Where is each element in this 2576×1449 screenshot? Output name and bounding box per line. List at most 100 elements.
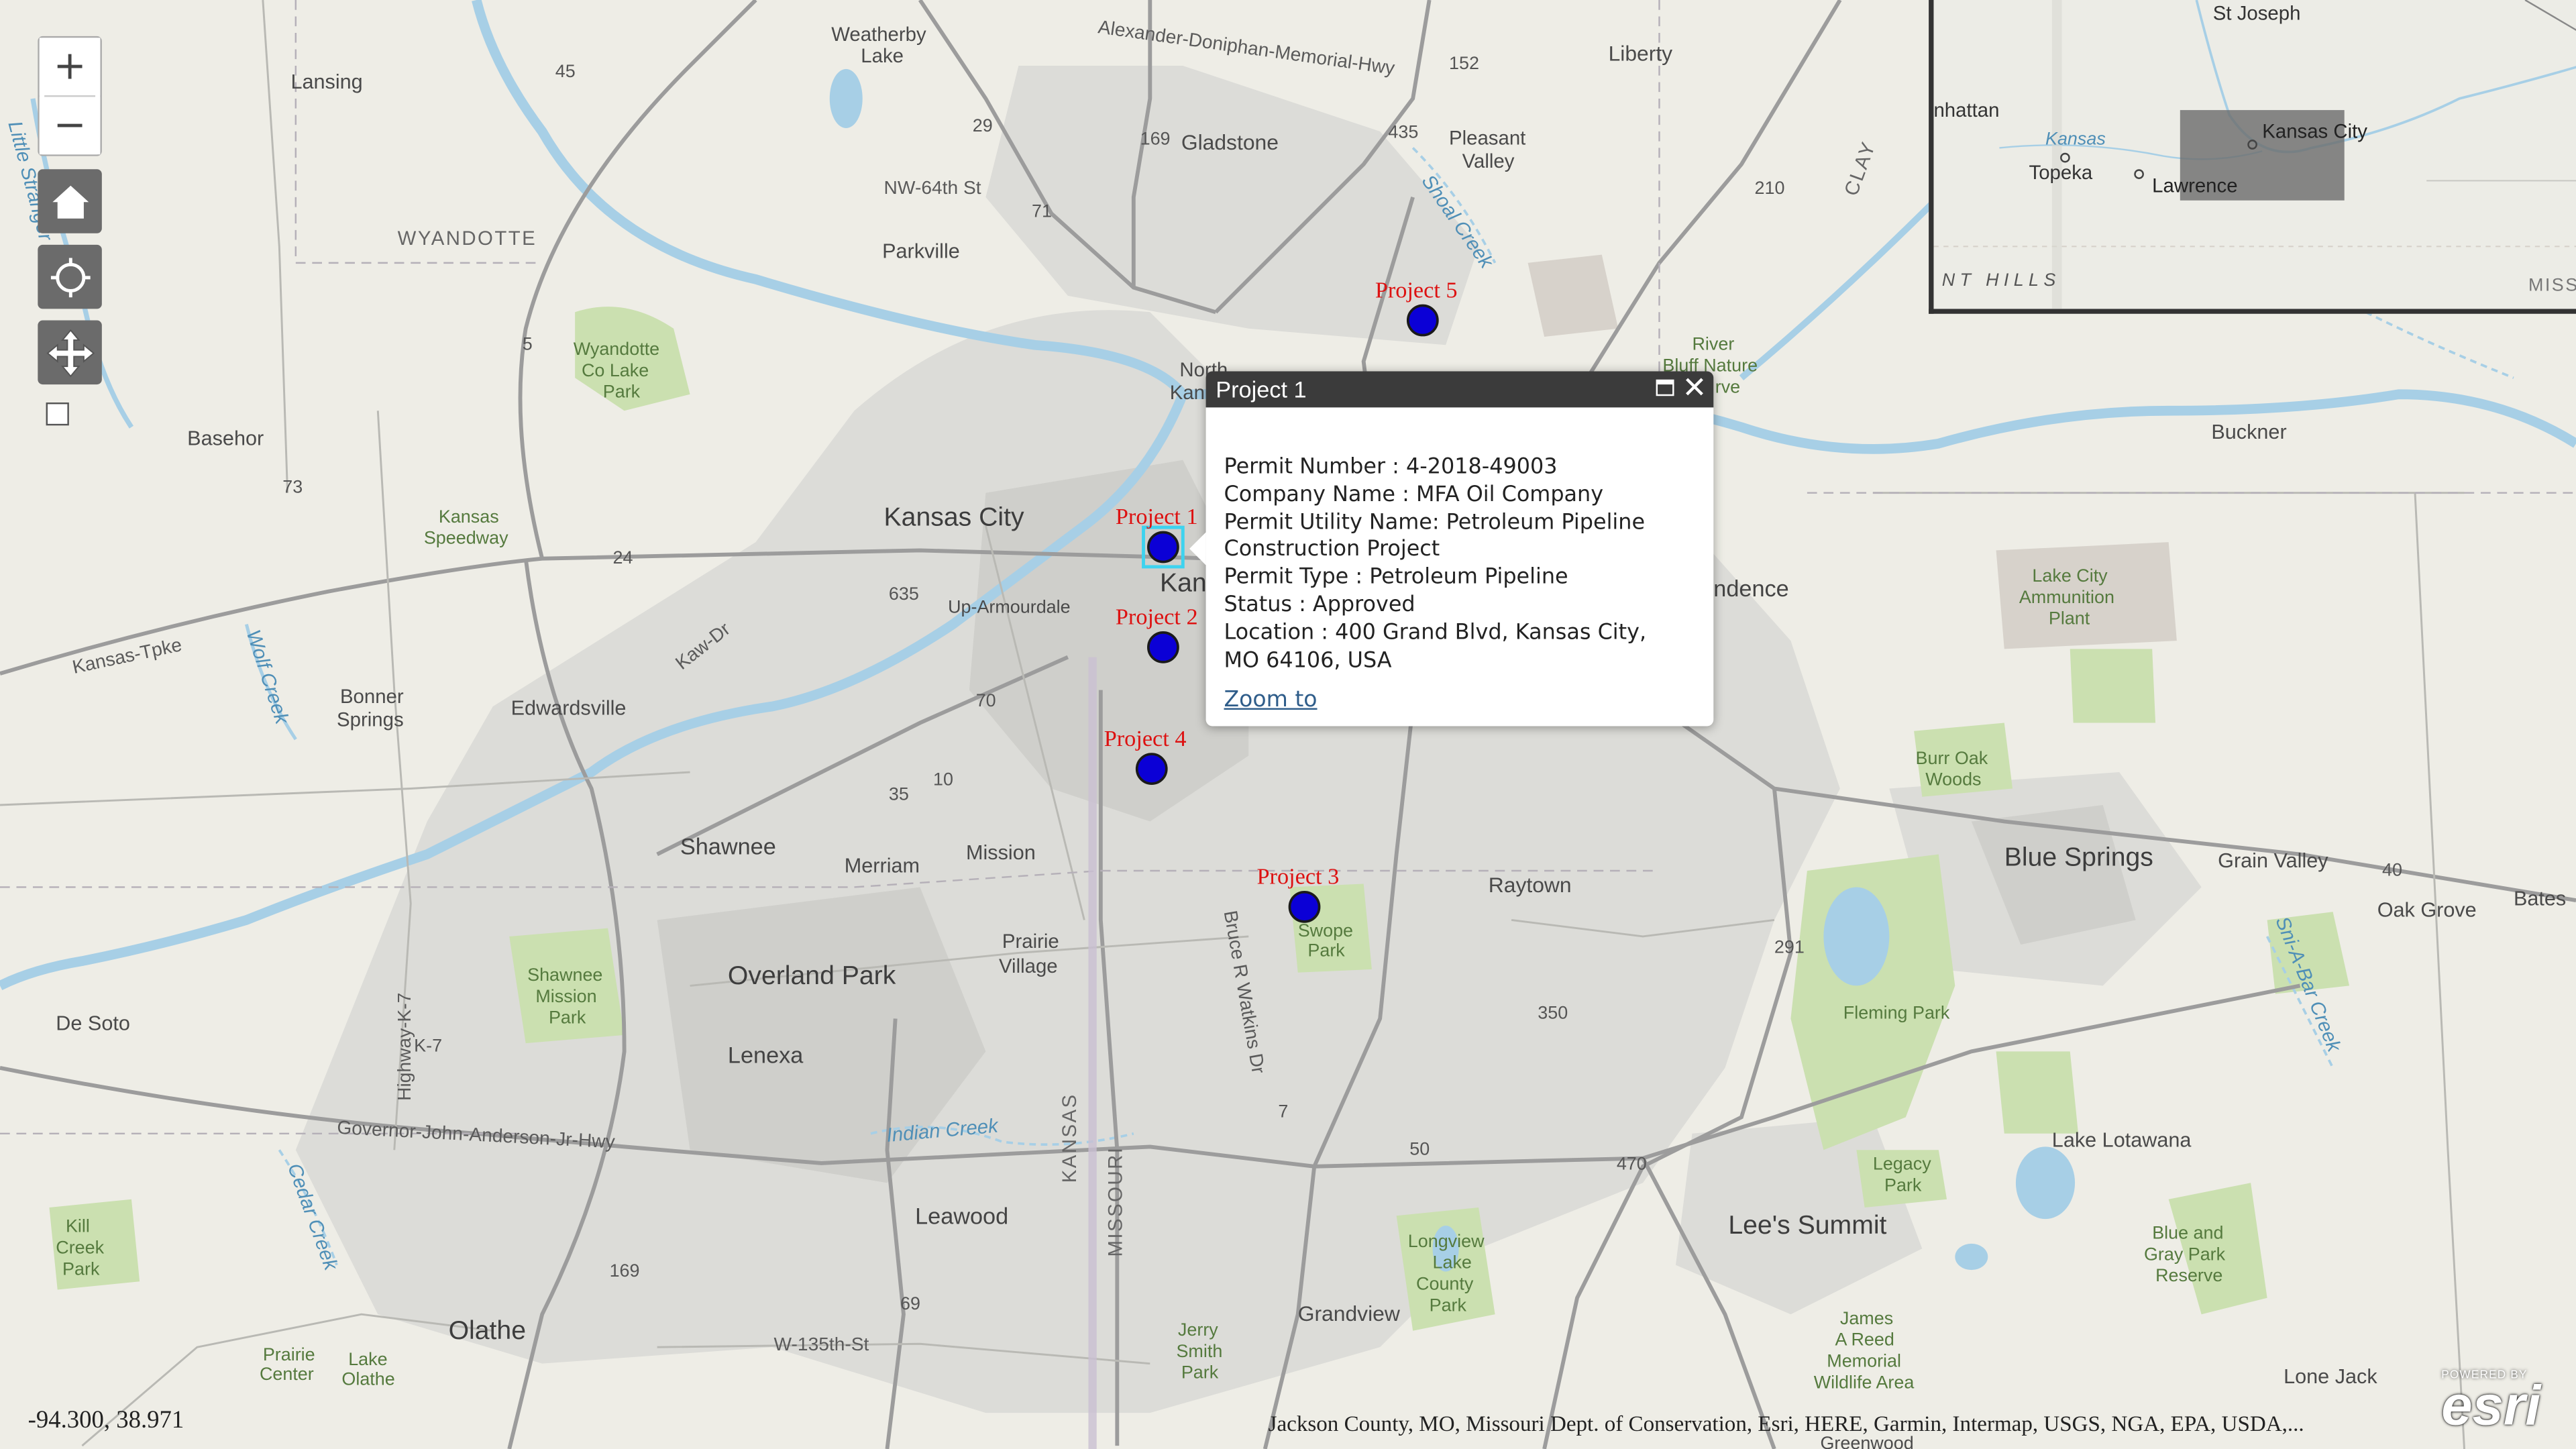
road-shield-label: 7 [1278, 1101, 1288, 1121]
overview-map[interactable]: St Joseph nhattan Kansas Kansas City Top… [1929, 0, 2576, 314]
place-label: Olathe [449, 1316, 526, 1345]
maximize-icon[interactable] [1656, 379, 1674, 396]
place-label: Lee's Summit [1728, 1211, 1886, 1240]
place-label: Grain Valley [2218, 849, 2328, 872]
place-label: Up-Armourdale [948, 596, 1071, 616]
park-label: Memorial [1827, 1351, 1901, 1371]
overview-label: St Joseph [2213, 2, 2301, 24]
road-shield-label: 152 [1449, 53, 1479, 73]
place-label: Overland Park [728, 961, 896, 990]
park-label: Park [1181, 1362, 1219, 1383]
project-marker[interactable] [1135, 753, 1168, 786]
park-label: Kansas [439, 506, 499, 527]
place-label: Blue Springs [2004, 843, 2153, 872]
esri-logo[interactable]: POWERED BY esri [2441, 1370, 2559, 1442]
road-shield-label: 29 [973, 115, 993, 136]
place-label: Merriam [845, 854, 920, 877]
place-label: Village [999, 955, 1058, 977]
park-label: Creek [56, 1238, 104, 1258]
park-label: Center [260, 1364, 314, 1384]
place-label: Lake Lotawana [2052, 1128, 2192, 1151]
overview-label: MISS [2528, 274, 2576, 294]
road-shield-label: 169 [610, 1260, 640, 1281]
overview-label: NT HILLS [1942, 270, 2061, 290]
state-label: KANSAS [1059, 1093, 1081, 1183]
road-shield-label: K-7 [414, 1035, 442, 1055]
overview-label: nhattan [1933, 99, 1999, 121]
place-label: Edwardsville [511, 696, 627, 719]
park-label: Park [1430, 1295, 1467, 1315]
place-label: Lake [861, 45, 904, 67]
road-shield-label: 435 [1388, 122, 1418, 142]
road-shield-label: 40 [2382, 859, 2402, 879]
place-label: Weatherby [831, 23, 926, 46]
project-marker[interactable] [1147, 631, 1179, 663]
road-shield-label: 350 [1538, 1002, 1568, 1022]
place-label: Basehor [187, 427, 264, 450]
road-shield-label: 35 [889, 784, 909, 804]
overview-label: Kansas City [2262, 121, 2367, 143]
popup-line: MO 64106, USA [1224, 648, 1392, 674]
park-label: Olathe [341, 1369, 394, 1389]
place-label: De Soto [56, 1012, 130, 1035]
close-icon[interactable]: ✕ [1682, 371, 1707, 407]
road-label: Highway-K-7 [394, 993, 415, 1101]
park-label: Legacy [1873, 1154, 1931, 1174]
zoom-in-button[interactable]: + [39, 38, 101, 96]
park-label: A Reed [1835, 1330, 1894, 1350]
map-view[interactable]: Kansas City Overland Park Olathe Lee's S… [0, 0, 2576, 1449]
road-shield-label: 73 [282, 477, 303, 497]
state-label: MISSOURI [1105, 1146, 1127, 1257]
place-label: Liberty [1609, 42, 1673, 66]
park-label: Lake City [2032, 566, 2108, 586]
popup-line: Construction Project [1224, 537, 1440, 563]
project-label: Project 5 [1375, 277, 1458, 303]
project-marker[interactable] [1147, 531, 1179, 564]
park-label: Park [549, 1008, 586, 1028]
popup-line: Location : 400 Grand Blvd, Kansas City, [1224, 621, 1647, 645]
water-label: Wolf Creek [242, 627, 294, 728]
place-label: Shawnee [680, 834, 776, 859]
park-label: Gray Park [2144, 1244, 2226, 1264]
park-label: Jerry [1178, 1320, 1218, 1340]
pan-icon [46, 328, 94, 377]
park-label: County [1416, 1273, 1474, 1293]
park-label: Shawnee [527, 965, 602, 985]
county-label: WYANDOTTE [398, 227, 537, 250]
pan-button[interactable] [38, 320, 102, 385]
locate-button[interactable] [38, 244, 102, 309]
park-label: Speedway [424, 528, 508, 548]
road-label: Kansas-Tpke [70, 634, 184, 678]
home-button[interactable] [38, 169, 102, 233]
road-label: NW-64th St [884, 177, 981, 198]
park-label: Burr Oak [1916, 748, 1988, 768]
project-label: Project 3 [1256, 864, 1339, 890]
place-label: Mission [966, 841, 1036, 864]
place-label: Bonner [340, 686, 404, 708]
zoom-out-button[interactable]: − [39, 97, 101, 155]
park-label: Wyandotte [574, 339, 659, 359]
place-label: Valley [1462, 150, 1515, 172]
road-shield-label: 470 [1617, 1154, 1647, 1174]
zoom-to-link[interactable]: Zoom to [1224, 688, 1318, 715]
overview-canvas[interactable]: St Joseph nhattan Kansas Kansas City Top… [1933, 0, 2576, 309]
park-label: rve [1715, 376, 1740, 396]
road-shield-label: 24 [612, 547, 633, 568]
park-label: Co Lake [582, 360, 649, 380]
park-label: Swope [1298, 920, 1353, 941]
park-label: Plant [2049, 608, 2090, 629]
toggle-checkbox[interactable] [46, 402, 69, 426]
project-marker[interactable] [1288, 890, 1321, 923]
place-label: Gladstone [1181, 130, 1279, 154]
place-label: Kansas City [884, 503, 1024, 532]
place-label: Buckner [2211, 421, 2286, 443]
project-marker[interactable] [1406, 304, 1439, 337]
road-shield-label: 291 [1774, 936, 1805, 957]
county-label: CLAY [1840, 138, 1880, 199]
place-label: Kan [1170, 382, 1205, 404]
attribution[interactable]: Jackson County, MO, Missouri Dept. of Co… [1269, 1411, 2304, 1438]
place-label: Grandview [1298, 1301, 1401, 1326]
feature-popup[interactable]: Project 1 ✕ Permit Number : 4-2018-49003… [1189, 371, 1714, 727]
place-label: Raytown [1489, 873, 1572, 897]
road-shield-label: 10 [933, 769, 953, 790]
